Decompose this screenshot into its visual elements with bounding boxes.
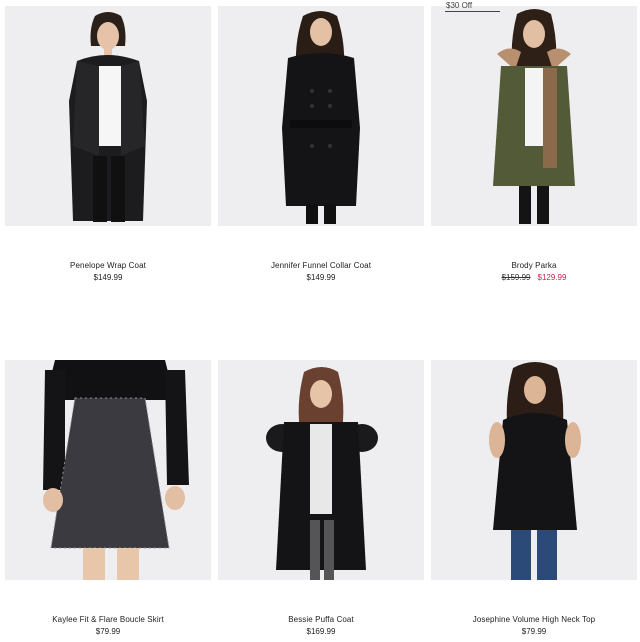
product-name[interactable]: Bessie Puffa Coat	[218, 615, 424, 624]
product-card[interactable]: Kaylee Fit & Flare Boucle Skirt $79.99	[5, 360, 211, 640]
product-image[interactable]	[5, 360, 211, 580]
product-image[interactable]	[218, 360, 424, 580]
product-price: $149.99	[306, 273, 336, 282]
product-name[interactable]: Jennifer Funnel Collar Coat	[218, 261, 424, 270]
product-name[interactable]: Brody Parka	[431, 261, 637, 270]
product-image[interactable]	[5, 6, 211, 226]
product-card[interactable]: Penelope Wrap Coat $149.99	[5, 6, 211, 286]
product-card[interactable]: Josephine Volume High Neck Top $79.99	[431, 360, 637, 640]
product-price: $149.99	[93, 273, 123, 282]
product-card[interactable]: Jennifer Funnel Collar Coat $149.99	[218, 6, 424, 286]
original-price: $159.99	[501, 273, 531, 282]
product-price: $159.99 $129.99	[431, 273, 637, 282]
discount-badge: $30 Off	[445, 1, 501, 12]
product-image[interactable]	[431, 6, 637, 226]
product-name[interactable]: Kaylee Fit & Flare Boucle Skirt	[5, 615, 211, 624]
product-price: $79.99	[95, 627, 121, 636]
sale-price: $129.99	[537, 273, 567, 282]
product-price: $79.99	[521, 627, 547, 636]
product-image[interactable]	[431, 360, 637, 580]
product-name[interactable]: Penelope Wrap Coat	[5, 261, 211, 270]
product-image[interactable]	[218, 6, 424, 226]
product-card[interactable]: $30 Off Brody Parka $159.99 $129.99	[431, 1, 637, 286]
product-name[interactable]: Josephine Volume High Neck Top	[431, 615, 637, 624]
product-price: $169.99	[306, 627, 336, 636]
product-card[interactable]: Bessie Puffa Coat $169.99	[218, 360, 424, 640]
